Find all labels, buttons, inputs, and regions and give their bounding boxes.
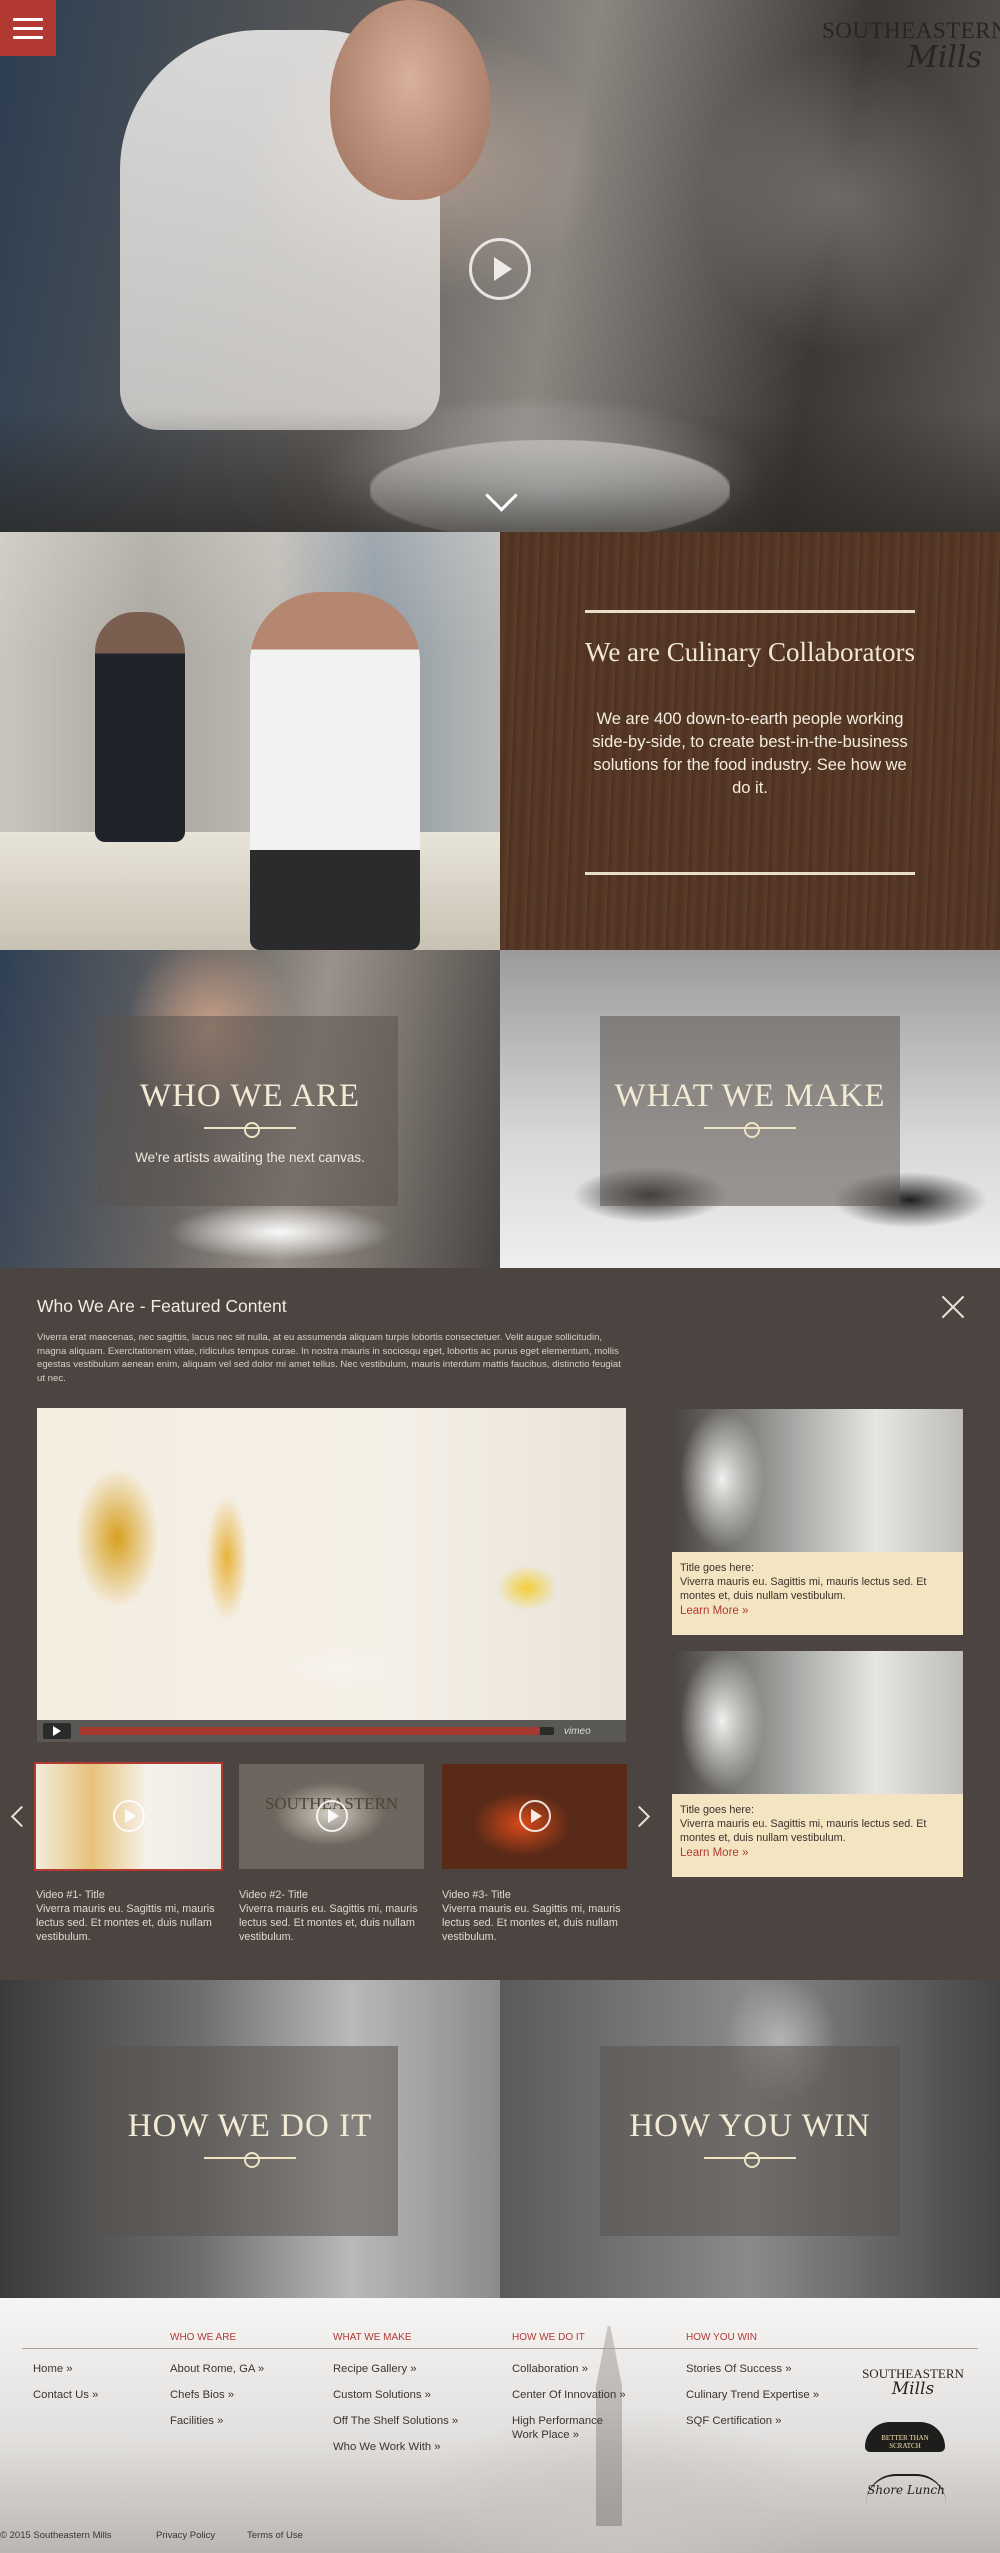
site-footer: Home » Contact Us » WHO WE ARE About Rom…	[0, 2298, 1000, 2553]
hamburger-icon-line	[13, 26, 43, 30]
footer-link[interactable]: SQF Certification »	[686, 2414, 781, 2428]
footer-heading[interactable]: WHAT WE MAKE	[333, 2332, 412, 2343]
card-text: Viverra mauris eu. Sagittis mi, mauris l…	[680, 1818, 927, 1844]
featured-card-2[interactable]: Title goes here: Viverra mauris eu. Sagi…	[672, 1651, 963, 1877]
footer-link[interactable]: Who We Work With »	[333, 2440, 441, 2454]
tile-what-we-make[interactable]: WHAT WE MAKE	[500, 950, 1000, 1268]
footer-heading[interactable]: HOW YOU WIN	[686, 2332, 757, 2343]
divider	[585, 610, 915, 613]
brand-logo-line2: Mills	[907, 40, 982, 75]
footer-logo[interactable]: SOUTHEASTERN Mills	[858, 2366, 968, 2399]
card-image	[672, 1409, 963, 1552]
video-title: Video #1- Title	[36, 1889, 105, 1901]
tile-who-we-are[interactable]: WHO WE ARE We're artists awaiting the ne…	[0, 950, 500, 1268]
tile-title: WHO WE ARE	[139, 1078, 361, 1114]
learn-more-link[interactable]: Learn More »	[680, 1846, 748, 1860]
video-progress-fill	[79, 1727, 540, 1735]
card-text-block: Title goes here: Viverra mauris eu. Sagi…	[680, 1803, 955, 1860]
ornament-icon	[204, 2152, 296, 2168]
footer-link[interactable]: Custom Solutions »	[333, 2388, 431, 2402]
card-text: Viverra mauris eu. Sagittis mi, mauris l…	[680, 1576, 927, 1602]
shore-lunch-logo[interactable]: Shore Lunch	[866, 2474, 946, 2504]
hamburger-icon-line	[13, 35, 43, 39]
video-text: Viverra mauris eu. Sagittis mi, mauris l…	[239, 1903, 418, 1943]
video-controls: vimeo	[37, 1720, 626, 1742]
card-text-block: Title goes here: Viverra mauris eu. Sagi…	[680, 1561, 955, 1618]
video-title: Video #2- Title	[239, 1889, 308, 1901]
play-icon	[519, 1800, 551, 1832]
close-icon[interactable]	[940, 1294, 966, 1320]
culinary-title: We are Culinary Collaborators	[585, 637, 915, 667]
tile-title: HOW YOU WIN	[629, 2108, 871, 2144]
ornament-icon	[704, 2152, 796, 2168]
footer-link[interactable]: About Rome, GA »	[170, 2362, 264, 2376]
lab-person-image	[95, 612, 185, 842]
video-thumb-1[interactable]	[34, 1762, 223, 1871]
learn-more-link[interactable]: Learn More »	[680, 1604, 748, 1618]
menu-button[interactable]	[0, 0, 56, 56]
hero-counter-shade	[0, 410, 1000, 532]
footer-link[interactable]: High Performance Work Place »	[512, 2414, 622, 2442]
footer-link-contact[interactable]: Contact Us »	[33, 2388, 98, 2402]
card-title: Title goes here:	[680, 1804, 755, 1816]
footer-link[interactable]: Collaboration »	[512, 2362, 588, 2376]
play-icon	[316, 1800, 348, 1832]
footer-link[interactable]: Culinary Trend Expertise »	[686, 2388, 819, 2402]
chevron-left-icon[interactable]	[8, 1802, 28, 1832]
better-than-scratch-logo[interactable]: BETTER THAN SCRATCH	[865, 2422, 945, 2452]
footer-link[interactable]: Recipe Gallery »	[333, 2362, 417, 2376]
video-caption-2: Video #2- Title Viverra mauris eu. Sagit…	[239, 1888, 429, 1944]
vimeo-logo[interactable]: vimeo	[564, 1726, 591, 1737]
hero-chef-head-image	[330, 0, 490, 200]
ornament-icon	[204, 1122, 296, 1138]
chevron-right-icon[interactable]	[632, 1802, 652, 1832]
featured-heading: Who We Are - Featured Content	[37, 1296, 287, 1316]
terms-of-use-link[interactable]: Terms of Use	[247, 2530, 303, 2541]
video-thumb-3[interactable]	[442, 1764, 627, 1869]
featured-card-1[interactable]: Title goes here: Viverra mauris eu. Sagi…	[672, 1409, 963, 1635]
video-caption-3: Video #3- Title Viverra mauris eu. Sagit…	[442, 1888, 632, 1944]
chevron-down-icon[interactable]	[482, 490, 518, 510]
footer-divider	[22, 2348, 978, 2349]
video-progress[interactable]	[79, 1727, 554, 1735]
copyright-text: © 2015 Southeastern Mills	[0, 2530, 112, 2541]
footer-link[interactable]: Center Of Innovation »	[512, 2388, 626, 2402]
video-player[interactable]: vimeo	[37, 1408, 626, 1742]
featured-intro: Viverra erat maecenas, nec sagittis, lac…	[37, 1332, 621, 1384]
culinary-body: We are 400 down-to-earth people working …	[592, 710, 908, 797]
footer-heading[interactable]: HOW WE DO IT	[512, 2332, 585, 2343]
tile-how-we-do-it[interactable]: HOW WE DO IT	[0, 1980, 500, 2298]
card-image	[672, 1651, 963, 1794]
tile-subtitle: We're artists awaiting the next canvas.	[135, 1150, 365, 1165]
divider	[585, 872, 915, 875]
hamburger-icon	[13, 17, 43, 21]
card-title: Title goes here:	[680, 1562, 755, 1574]
lab-chef-image	[250, 592, 420, 950]
play-icon	[113, 1800, 145, 1832]
lab-photo	[0, 532, 500, 950]
brand-logo[interactable]: SOUTHEASTERN Mills	[822, 18, 1000, 75]
video-play-icon[interactable]	[43, 1723, 71, 1739]
video-caption-1: Video #1- Title Viverra mauris eu. Sagit…	[36, 1888, 226, 1944]
culinary-panel: We are Culinary Collaborators We are 400…	[500, 532, 1000, 950]
footer-heading[interactable]: WHO WE ARE	[170, 2332, 236, 2343]
ornament-icon	[704, 1122, 796, 1138]
tile-how-you-win[interactable]: HOW YOU WIN	[500, 1980, 1000, 2298]
play-icon[interactable]	[469, 238, 531, 300]
video-text: Viverra mauris eu. Sagittis mi, mauris l…	[442, 1903, 621, 1943]
video-title: Video #3- Title	[442, 1889, 511, 1901]
hero-banner: SOUTHEASTERN Mills	[0, 0, 1000, 532]
footer-link[interactable]: Chefs Bios »	[170, 2388, 234, 2402]
footer-link[interactable]: Off The Shelf Solutions »	[333, 2414, 458, 2428]
footer-link[interactable]: Stories Of Success »	[686, 2362, 791, 2376]
footer-link-home[interactable]: Home »	[33, 2362, 73, 2376]
privacy-policy-link[interactable]: Privacy Policy	[156, 2530, 215, 2541]
tile-title: WHAT WE MAKE	[614, 1078, 886, 1114]
video-thumb-2[interactable]: SOUTHEASTERN	[239, 1764, 424, 1869]
footer-logo-line2: Mills	[891, 2379, 935, 2399]
footer-link[interactable]: Facilities »	[170, 2414, 223, 2428]
video-text: Viverra mauris eu. Sagittis mi, mauris l…	[36, 1903, 215, 1943]
tile-title: HOW WE DO IT	[127, 2108, 373, 2144]
